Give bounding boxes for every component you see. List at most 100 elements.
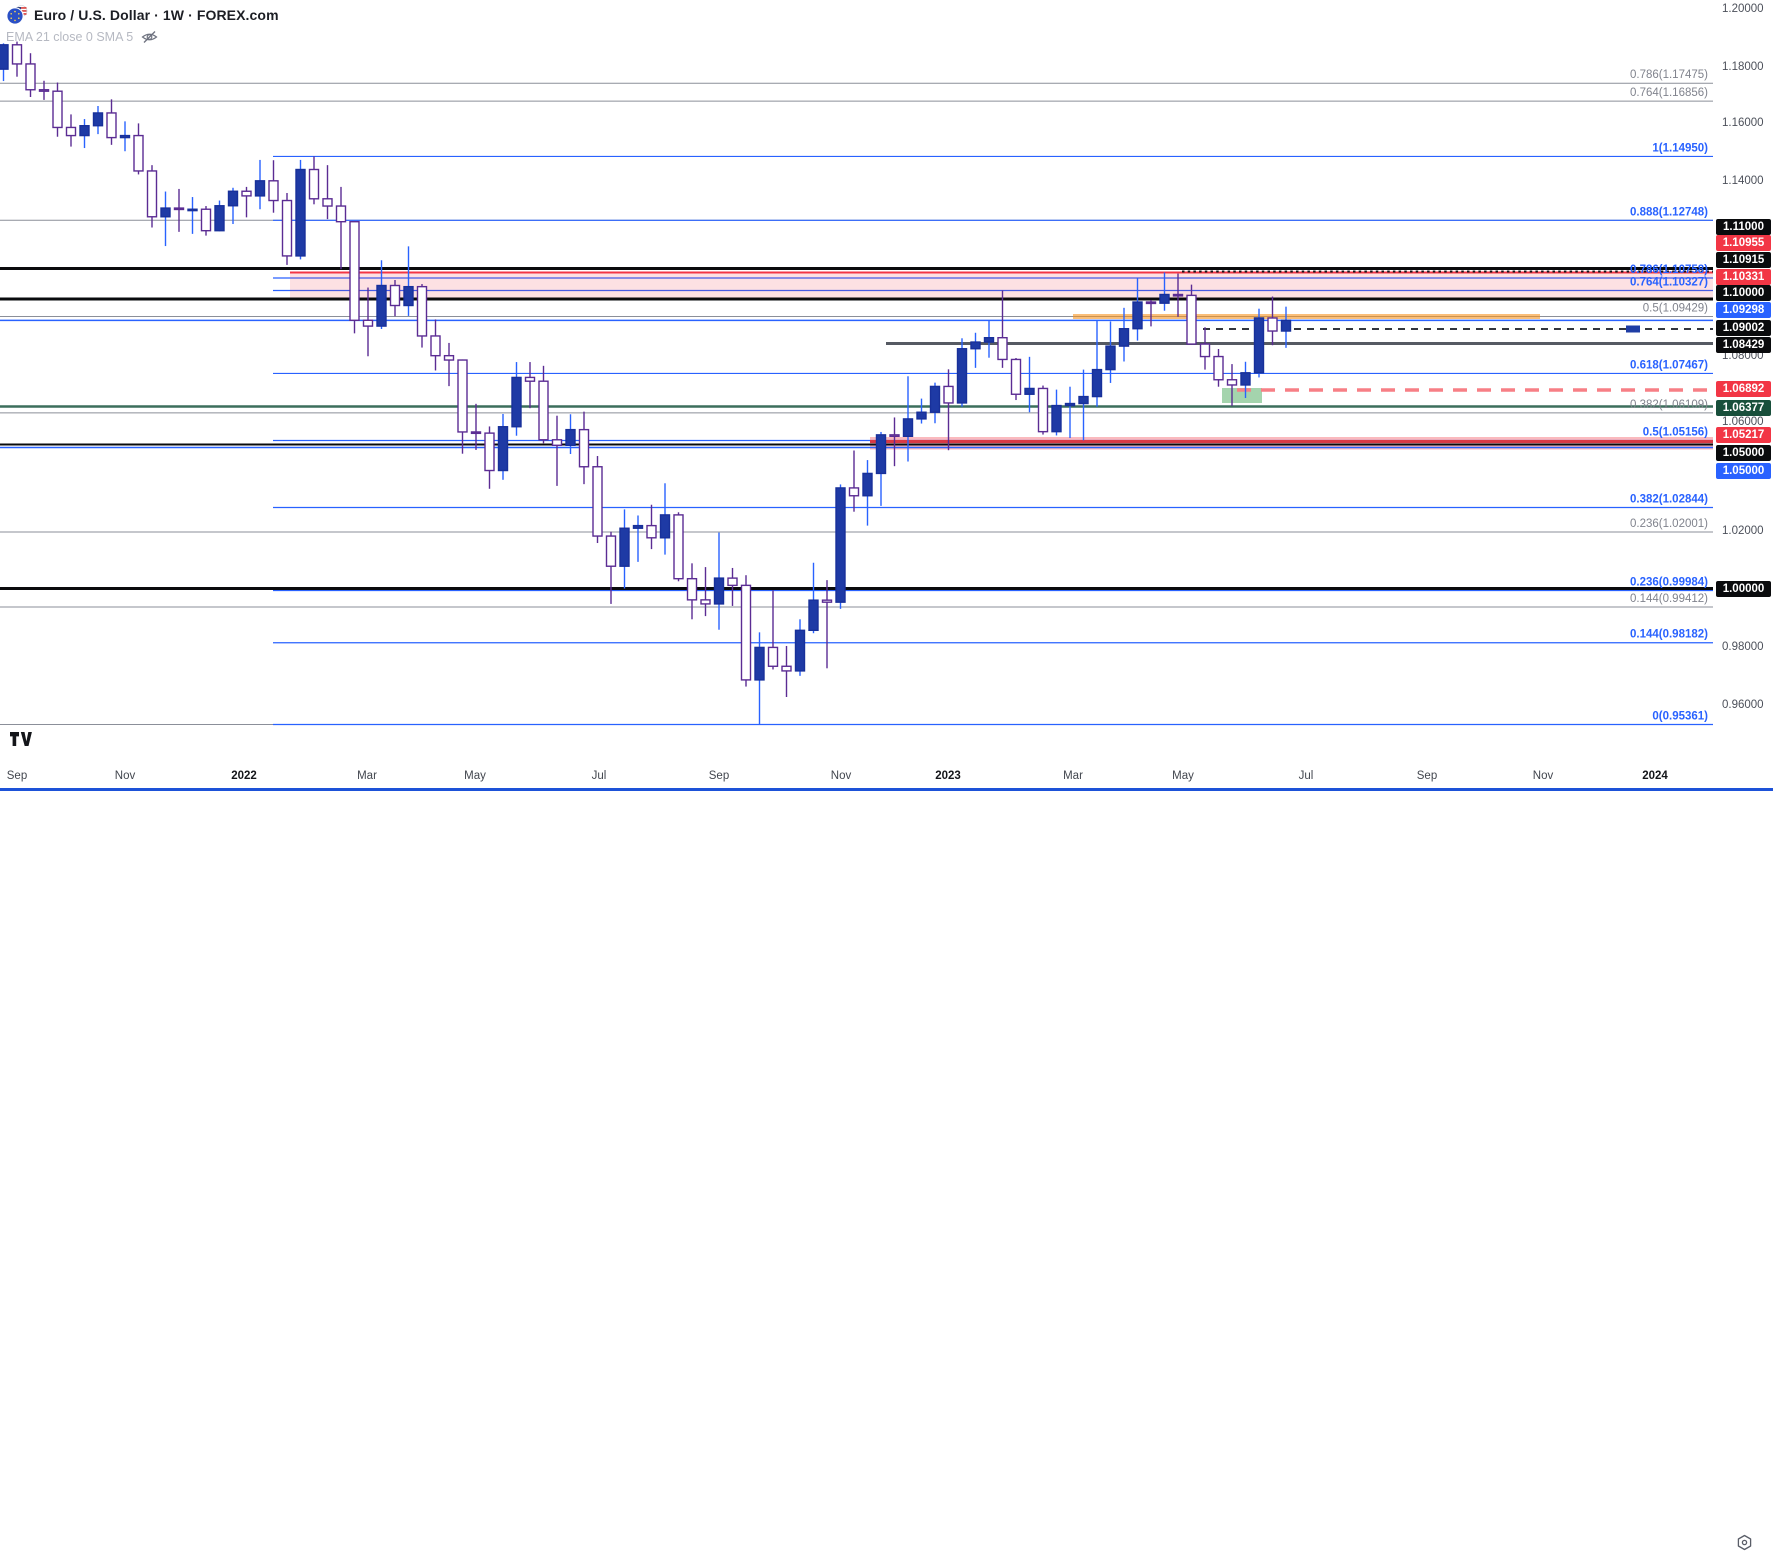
- candlestick: [634, 526, 643, 529]
- candlestick: [742, 585, 751, 680]
- candlestick: [1079, 397, 1088, 404]
- fib-label: 0.786(1.10758): [1630, 264, 1708, 276]
- time-axis-label: 2022: [231, 770, 257, 782]
- candlestick: [1282, 320, 1291, 331]
- candlestick: [1039, 388, 1048, 431]
- candlestick: [377, 286, 386, 327]
- candlestick: [418, 287, 427, 336]
- time-axis-label: Mar: [1063, 770, 1083, 782]
- price-badge: 1.08429: [1716, 337, 1771, 353]
- price-axis-tick: 1.20000: [1722, 3, 1764, 15]
- candlestick: [593, 467, 602, 536]
- price-badge: 1.05000: [1716, 445, 1771, 461]
- time-axis-label: 2023: [935, 770, 961, 782]
- candlestick: [931, 386, 940, 412]
- chart-legend: Euro / U.S. Dollar · 1W · FOREX.com EMA …: [6, 4, 279, 46]
- indicator-legend[interactable]: EMA 21 close 0 SMA 5: [6, 30, 133, 44]
- time-axis-label: Sep: [7, 770, 27, 782]
- time-axis-label: Nov: [1533, 770, 1553, 782]
- fib-label: 0.236(0.99984): [1630, 576, 1708, 588]
- price-axis[interactable]: 1.200001.180001.160001.140001.080001.060…: [1715, 0, 1773, 765]
- candlestick: [1012, 359, 1021, 394]
- gear-icon[interactable]: [1736, 1534, 1753, 1556]
- candlestick: [958, 349, 967, 403]
- candlestick: [107, 113, 116, 138]
- candlestick: [715, 578, 724, 604]
- candlestick: [1133, 302, 1142, 329]
- candlestick: [337, 206, 346, 222]
- price-axis-tick: 1.14000: [1722, 175, 1764, 187]
- resistance-zone-pink[interactable]: [290, 273, 1713, 298]
- price-badge: 1.05000: [1716, 463, 1771, 479]
- line-handle[interactable]: [1626, 326, 1640, 333]
- candlestick: [175, 208, 184, 209]
- candlestick: [836, 488, 845, 602]
- candlestick: [539, 381, 548, 440]
- candlestick: [863, 473, 872, 495]
- candlestick: [647, 526, 656, 538]
- price-badge: 1.06892: [1716, 381, 1771, 397]
- candlestick: [229, 191, 238, 206]
- candlestick: [998, 338, 1007, 360]
- candlestick: [13, 45, 22, 64]
- price-badge: 1.10000: [1716, 285, 1771, 301]
- time-axis-label: Sep: [1417, 770, 1437, 782]
- candlestick: [53, 91, 62, 127]
- candlestick: [971, 342, 980, 349]
- fib-label: 0.144(0.99412): [1630, 593, 1708, 605]
- candlestick: [283, 201, 292, 256]
- fib-label: 0.382(1.02844): [1630, 494, 1708, 506]
- candlestick: [215, 206, 224, 231]
- candlestick: [553, 440, 562, 446]
- candlestick: [1120, 329, 1129, 346]
- candlestick: [782, 666, 791, 671]
- candlestick: [1268, 318, 1277, 331]
- fib-label: 1(1.14950): [1652, 142, 1708, 154]
- price-badge: 1.11000: [1716, 219, 1771, 235]
- tradingview-logo[interactable]: [9, 730, 35, 753]
- candlestick: [121, 136, 130, 138]
- candlestick: [1241, 373, 1250, 385]
- fib-label: 0.786(1.17475): [1630, 69, 1708, 81]
- candlestick: [688, 579, 697, 600]
- chart-window: 0.786(1.17475)0.764(1.16856)0.5(1.09429)…: [0, 0, 1773, 791]
- candlestick: [364, 320, 373, 326]
- time-axis-label: Mar: [357, 770, 377, 782]
- candlestick: [1228, 380, 1237, 385]
- time-axis-label: Nov: [115, 770, 135, 782]
- candlestick: [728, 578, 737, 585]
- price-axis-tick: 1.16000: [1722, 117, 1764, 129]
- candlestick: [80, 126, 89, 136]
- candlestick: [242, 191, 251, 196]
- time-axis-label: May: [464, 770, 486, 782]
- fib-label: 0.382(1.06109): [1630, 399, 1708, 411]
- candlestick: [661, 515, 670, 538]
- price-chart-canvas[interactable]: 0.786(1.17475)0.764(1.16856)0.5(1.09429)…: [0, 0, 1773, 791]
- candlestick: [202, 209, 211, 230]
- candlestick: [269, 181, 278, 201]
- candlestick: [512, 377, 521, 426]
- candlestick: [985, 338, 994, 342]
- candlestick: [850, 488, 859, 496]
- candlestick: [188, 209, 197, 210]
- candlestick: [674, 515, 683, 579]
- price-badge: 1.09002: [1716, 320, 1771, 336]
- candlestick: [296, 170, 305, 256]
- candlestick: [94, 113, 103, 126]
- candlestick: [580, 430, 589, 467]
- symbol-title[interactable]: Euro / U.S. Dollar · 1W · FOREX.com: [34, 7, 279, 23]
- price-badge: 1.00000: [1716, 581, 1771, 597]
- price-badge: 1.10915: [1716, 252, 1771, 268]
- price-axis-tick: 1.18000: [1722, 61, 1764, 73]
- candlestick: [755, 647, 764, 679]
- time-axis-label: Nov: [831, 770, 851, 782]
- fib-label: 0.144(0.98182): [1630, 629, 1708, 641]
- candlestick: [701, 600, 710, 604]
- candlestick: [256, 181, 265, 196]
- candlestick: [67, 127, 76, 135]
- fib-label: 0.764(1.16856): [1630, 87, 1708, 99]
- candlestick: [526, 377, 535, 381]
- eye-off-icon[interactable]: [141, 29, 158, 45]
- candlestick: [445, 356, 454, 360]
- candlestick: [431, 336, 440, 356]
